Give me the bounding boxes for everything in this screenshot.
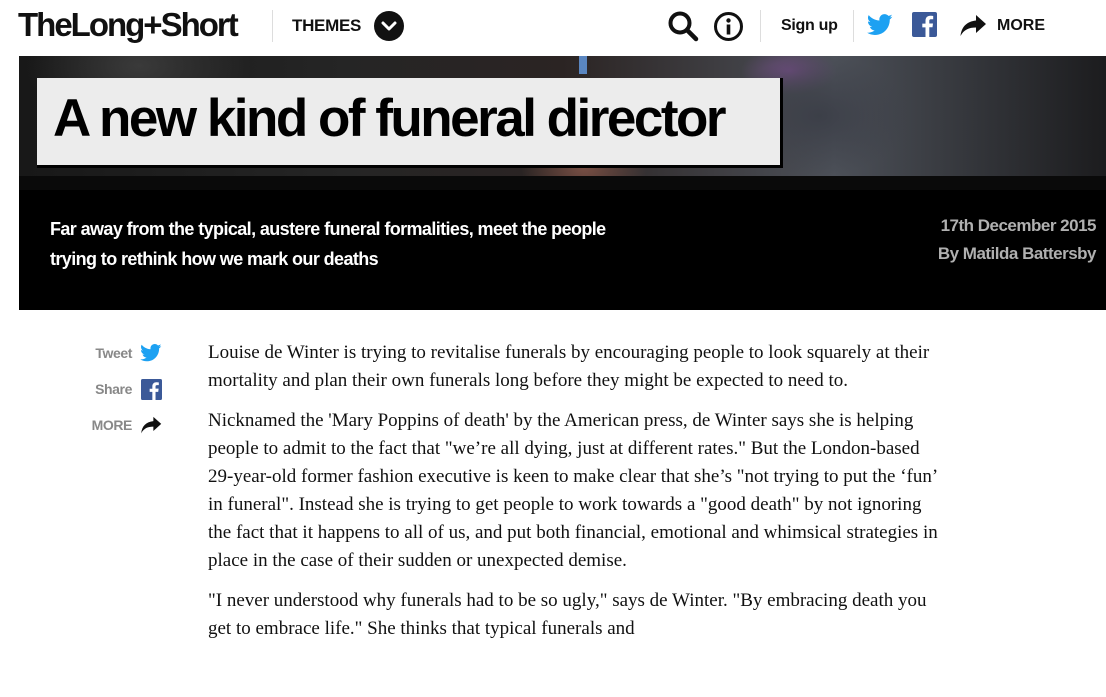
tweet-label: Tweet — [95, 345, 132, 361]
share-more[interactable]: MORE — [60, 414, 170, 438]
share-arrow-icon[interactable] — [959, 13, 987, 39]
header-divider — [853, 10, 854, 42]
twitter-icon[interactable] — [867, 13, 893, 37]
search-icon[interactable] — [667, 10, 699, 42]
publish-date: 17th December 2015 — [940, 216, 1097, 235]
article-paragraph: Louise de Winter is trying to revitalise… — [208, 342, 930, 391]
hero-image-detail — [579, 56, 587, 74]
share-more-label: MORE — [91, 417, 133, 433]
share-tweet[interactable]: Tweet — [60, 342, 170, 366]
info-icon[interactable] — [713, 11, 744, 42]
page-title: A new kind of funeral director — [53, 89, 727, 148]
author-byline[interactable]: By Matilda Battersby — [938, 244, 1097, 264]
facebook-icon[interactable] — [912, 12, 937, 37]
article-standfirst: Far away from the typical, austere funer… — [50, 219, 606, 269]
title-box: A new kind of funeral director — [37, 78, 783, 168]
share-label: Share — [95, 381, 132, 397]
twitter-icon — [140, 344, 162, 362]
chevron-down-icon — [381, 21, 397, 31]
header-divider — [272, 10, 273, 42]
header-divider — [760, 10, 761, 42]
themes-dropdown-button[interactable] — [374, 11, 404, 41]
hero-image-shadow — [19, 176, 1106, 190]
site-logo[interactable]: TheLong+Short — [18, 6, 239, 44]
article-body: Louise de Winter is trying to revitalise… — [208, 339, 948, 655]
site-header: TheLong+Short THEMES Sign up MORE — [0, 0, 1106, 56]
themes-menu-label[interactable]: THEMES — [292, 16, 361, 36]
share-arrow-icon — [141, 416, 162, 434]
more-menu-label[interactable]: MORE — [997, 17, 1045, 35]
facebook-icon — [141, 379, 162, 400]
share-facebook[interactable]: Share — [60, 378, 170, 402]
article-paragraph: Nicknamed the 'Mary Poppins of death' by… — [208, 410, 938, 571]
article-hero: A new kind of funeral director Far away … — [19, 56, 1106, 310]
signup-link[interactable]: Sign up — [781, 17, 838, 35]
article-paragraph: "I never understood why funerals had to … — [208, 590, 927, 639]
